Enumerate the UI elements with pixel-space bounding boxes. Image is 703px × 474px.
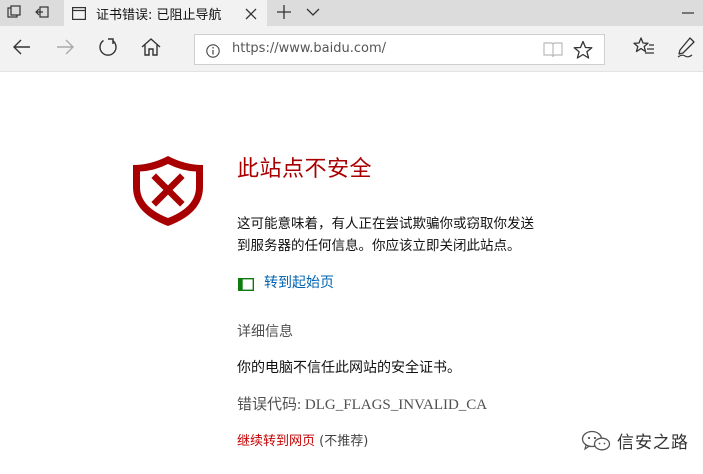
minimize-icon bbox=[681, 4, 694, 23]
page-icon bbox=[72, 6, 86, 20]
watermark-text: 信安之路 bbox=[617, 433, 689, 453]
forward-arrow-icon bbox=[54, 36, 76, 62]
refresh-icon bbox=[97, 36, 119, 62]
details-toggle[interactable]: 详细信息 bbox=[237, 321, 293, 341]
error-description-line: 到服务器的任何信息。你应该立即关闭此站点。 bbox=[237, 238, 521, 254]
tab-strip: 证书错误: 已阻止导航 bbox=[0, 0, 703, 26]
forward-button[interactable] bbox=[45, 26, 85, 72]
error-description-line: 这可能意味着，有人正在尝试欺骗你或窃取你发送 bbox=[237, 216, 534, 232]
continue-label[interactable]: 继续转到网页 bbox=[237, 434, 315, 449]
continue-to-webpage-link[interactable]: 继续转到网页 (不推荐) bbox=[237, 430, 368, 449]
reading-view-icon[interactable] bbox=[543, 41, 563, 59]
minimize-button[interactable] bbox=[672, 0, 703, 26]
back-arrow-icon bbox=[11, 36, 33, 62]
set-aside-tabs-icon bbox=[35, 4, 49, 23]
shield-x-icon bbox=[129, 153, 207, 229]
favorites-hub-icon bbox=[633, 36, 655, 62]
plus-icon bbox=[277, 4, 291, 23]
window-icon bbox=[237, 276, 255, 291]
address-bar[interactable]: https://www.baidu.com/ bbox=[194, 34, 605, 65]
home-icon bbox=[140, 36, 162, 62]
tab-manager-button[interactable] bbox=[0, 0, 28, 26]
continue-note: (不推荐) bbox=[319, 434, 369, 449]
star-icon[interactable] bbox=[573, 40, 593, 60]
refresh-button[interactable] bbox=[88, 26, 128, 72]
goto-start-page-link[interactable]: 转到起始页 bbox=[237, 272, 334, 292]
notes-button[interactable] bbox=[666, 26, 703, 72]
info-icon[interactable] bbox=[206, 43, 220, 58]
back-button[interactable] bbox=[2, 26, 42, 72]
error-description: 这可能意味着，有人正在尝试欺骗你或窃取你发送 到服务器的任何信息。你应该立即关闭… bbox=[237, 213, 597, 257]
new-tab-button[interactable] bbox=[272, 0, 296, 26]
details-text: 你的电脑不信任此网站的安全证书。 bbox=[237, 360, 461, 376]
home-button[interactable] bbox=[131, 26, 171, 72]
watermark: 信安之路 bbox=[581, 428, 689, 453]
tab-list-button[interactable] bbox=[300, 0, 326, 26]
error-code: 错误代码: DLG_FLAGS_INVALID_CA bbox=[237, 397, 488, 413]
tab-manager-icon bbox=[7, 4, 21, 23]
url-text[interactable]: https://www.baidu.com/ bbox=[232, 41, 386, 56]
active-tab[interactable]: 证书错误: 已阻止导航 bbox=[64, 0, 267, 26]
set-aside-tabs-button[interactable] bbox=[28, 0, 56, 26]
wechat-logo-icon bbox=[581, 429, 611, 453]
navigation-bar: https://www.baidu.com/ bbox=[0, 26, 703, 72]
chevron-down-icon bbox=[306, 4, 320, 23]
close-icon[interactable] bbox=[244, 6, 258, 20]
pen-icon bbox=[675, 36, 697, 62]
goto-start-page-label[interactable]: 转到起始页 bbox=[264, 272, 334, 292]
error-title: 此站点不安全 bbox=[237, 157, 373, 182]
tab-strip-left-controls bbox=[0, 0, 56, 26]
favorites-hub-button[interactable] bbox=[624, 26, 664, 72]
tab-title: 证书错误: 已阻止导航 bbox=[96, 7, 222, 23]
